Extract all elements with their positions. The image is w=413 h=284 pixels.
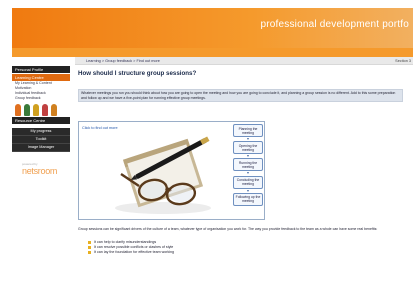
toolkit-link[interactable]: Toolkit bbox=[12, 136, 70, 144]
nav-strip bbox=[12, 48, 413, 57]
sidebar-learning-centre[interactable]: Learning Centre bbox=[12, 74, 70, 81]
step-following-up[interactable]: Following up the meeting bbox=[233, 192, 263, 206]
step-planning[interactable]: Planning the meeting bbox=[233, 124, 263, 137]
list-item-text: It can resolve possible conflicts or cla… bbox=[94, 245, 174, 249]
person-icon bbox=[33, 104, 39, 116]
step-running[interactable]: Running the meeting bbox=[233, 158, 263, 172]
page-title: How should I structure group sessions? bbox=[78, 70, 197, 77]
section-indicator: Section 3 bbox=[395, 59, 411, 63]
down-arrow-icon: ▼ bbox=[246, 171, 250, 176]
brand-logo: netsroom bbox=[22, 166, 58, 176]
step-concluding[interactable]: Concluding the meeting bbox=[233, 175, 263, 189]
sidebar-resource-centre[interactable]: Resource Centre bbox=[12, 117, 70, 124]
image-manager-link[interactable]: Image Manager bbox=[12, 144, 70, 152]
notebook-glasses-photo bbox=[115, 136, 211, 214]
sidebar-tools: My progress Toolkit Image Manager bbox=[12, 128, 70, 152]
benefits-list: It can help to clarify misunderstandings… bbox=[88, 240, 174, 255]
site-title: professional development portfo bbox=[260, 19, 409, 30]
people-figures-icon bbox=[15, 102, 67, 116]
bullet-icon bbox=[88, 245, 91, 249]
breadcrumb-bar: Learning > Group feedback > Find out mor… bbox=[75, 57, 413, 65]
bullet-icon bbox=[88, 240, 91, 244]
person-icon bbox=[15, 104, 21, 116]
sidebar: Personal Profile Learning Centre My Lear… bbox=[12, 65, 70, 284]
intro-text: Whatever meetings you run you should thi… bbox=[78, 89, 403, 102]
person-icon bbox=[42, 104, 48, 116]
meeting-diagram: Click to find out more Planning the meet… bbox=[78, 121, 265, 220]
bullet-icon bbox=[88, 250, 91, 254]
list-item-text: It can lay the foundation for effective … bbox=[94, 250, 175, 254]
body-text: Group sessions can be significant driver… bbox=[78, 227, 378, 231]
sidebar-item-group-feedback[interactable]: Group feedback bbox=[12, 96, 70, 101]
step-opening[interactable]: Opening the meeting bbox=[233, 141, 263, 155]
steps-column: Planning the meeting ▼ Opening the meeti… bbox=[233, 124, 263, 206]
my-progress-link[interactable]: My progress bbox=[12, 128, 70, 136]
list-item: It can lay the foundation for effective … bbox=[88, 250, 174, 255]
person-icon bbox=[51, 104, 57, 116]
sidebar-personal-profile[interactable]: Personal Profile bbox=[12, 66, 70, 73]
top-banner: professional development portfo bbox=[12, 8, 413, 48]
breadcrumb[interactable]: Learning > Group feedback > Find out mor… bbox=[86, 57, 160, 65]
list-item-text: It can help to clarify misunderstandings bbox=[94, 240, 157, 244]
main-content: How should I structure group sessions? W… bbox=[78, 70, 408, 254]
person-icon bbox=[24, 104, 30, 116]
